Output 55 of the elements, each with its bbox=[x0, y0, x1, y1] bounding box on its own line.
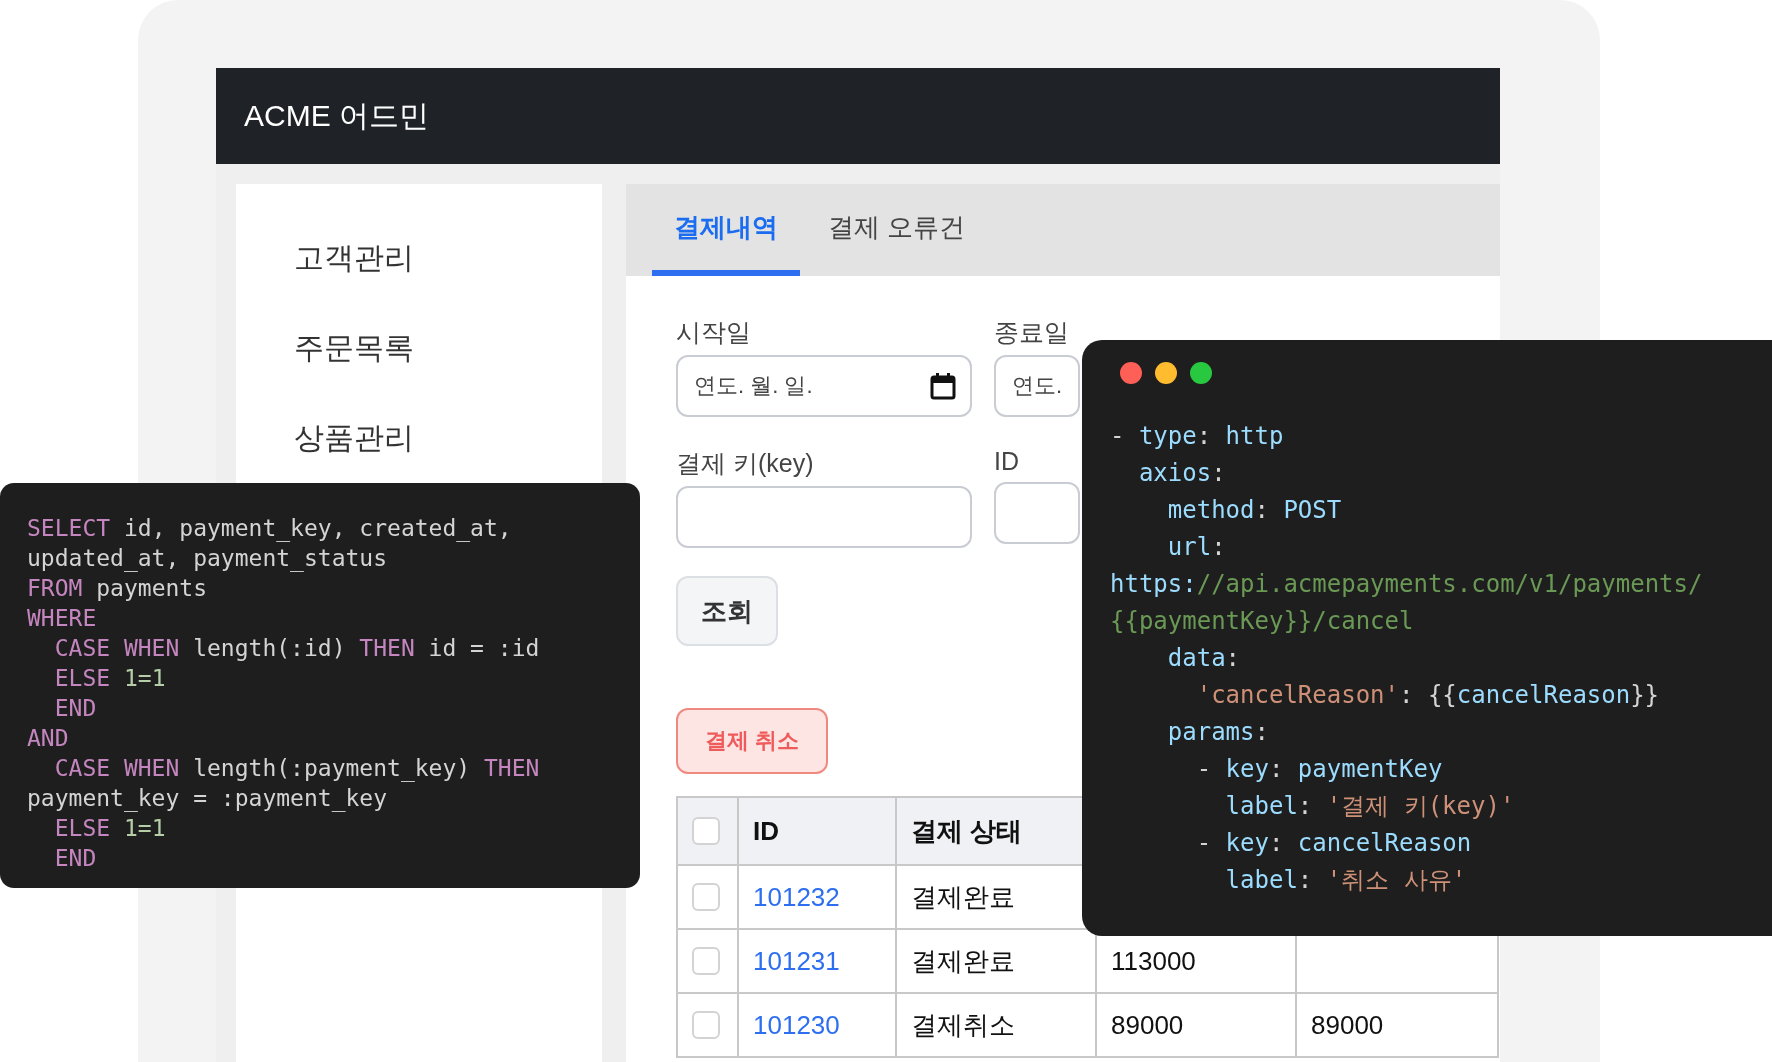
field-label: 종료일 bbox=[994, 317, 1069, 348]
code-line: - key: cancelReason bbox=[1195, 828, 1473, 859]
code-line: END bbox=[53, 844, 98, 873]
code-line: ELSE 1=1 bbox=[53, 664, 167, 693]
code-line: url: bbox=[1166, 532, 1227, 563]
search-button[interactable]: 조회 bbox=[676, 576, 778, 646]
code-line: payment_key = :payment_key bbox=[27, 784, 389, 813]
id-link[interactable]: 101231 bbox=[738, 929, 896, 993]
code-line: updated_at, payment_status bbox=[27, 544, 389, 573]
checkbox[interactable] bbox=[692, 1011, 720, 1039]
code-line: CASE WHEN length(:id) THEN id = :id bbox=[53, 634, 541, 663]
field-label: ID bbox=[994, 447, 1019, 476]
close-dot-icon[interactable] bbox=[1120, 362, 1142, 384]
code-line: FROM payments bbox=[27, 574, 208, 603]
field-label: 결제 키(key) bbox=[676, 448, 814, 479]
code-line: AND bbox=[27, 724, 70, 753]
id-link[interactable]: 101230 bbox=[738, 993, 896, 1057]
code-line: label: '취소 사유' bbox=[1224, 865, 1468, 896]
code-line: axios: bbox=[1137, 458, 1227, 489]
tab[interactable]: 결제 오류건 bbox=[800, 184, 994, 276]
minimize-dot-icon[interactable] bbox=[1155, 362, 1177, 384]
table-cell: 결제취소 bbox=[896, 993, 1096, 1057]
code-line: ELSE 1=1 bbox=[53, 814, 167, 843]
checkbox[interactable] bbox=[692, 883, 720, 911]
code-line: data: bbox=[1166, 643, 1242, 674]
code-line: - type: http bbox=[1110, 421, 1285, 452]
code-line: method: POST bbox=[1166, 495, 1343, 526]
field-label: 시작일 bbox=[676, 317, 751, 348]
code-line: CASE WHEN length(:payment_key) THEN bbox=[53, 754, 541, 783]
tab[interactable]: 결제내역 bbox=[652, 184, 800, 276]
checkbox[interactable] bbox=[692, 947, 720, 975]
table-cell: 89000 bbox=[1096, 993, 1296, 1057]
code-line: SELECT id, payment_key, created_at, bbox=[27, 514, 513, 543]
code-line: - key: paymentKey bbox=[1195, 754, 1444, 785]
sidebar-item[interactable]: 주문목록 bbox=[236, 326, 602, 370]
code-line: 'cancelReason': {{cancelReason}} bbox=[1195, 680, 1661, 711]
date-field[interactable]: 연도. bbox=[994, 355, 1080, 417]
code-line: END bbox=[53, 694, 98, 723]
sidebar-item[interactable]: 상품관리 bbox=[236, 416, 602, 460]
table-cell: 89000 bbox=[1296, 993, 1498, 1057]
id-link[interactable]: 101232 bbox=[738, 865, 896, 929]
checkbox[interactable] bbox=[692, 817, 720, 845]
code-line: params: bbox=[1166, 717, 1270, 748]
column-header: ID bbox=[738, 797, 896, 865]
calendar-icon[interactable] bbox=[930, 372, 956, 400]
code-line: https://api.acmepayments.com/v1/payments/ bbox=[1110, 569, 1704, 600]
input-field[interactable] bbox=[994, 482, 1080, 544]
maximize-dot-icon[interactable] bbox=[1190, 362, 1212, 384]
code-line: WHERE bbox=[27, 604, 98, 633]
code-line: label: '결제 키(key)' bbox=[1224, 791, 1516, 822]
date-field[interactable]: 연도. 월. 일. bbox=[676, 355, 972, 417]
input-field[interactable] bbox=[676, 486, 972, 548]
code-line: {{paymentKey}}/cancel bbox=[1110, 606, 1415, 637]
app-title: ACME 어드민 bbox=[244, 97, 429, 134]
sidebar-item[interactable]: 고객관리 bbox=[236, 236, 602, 280]
